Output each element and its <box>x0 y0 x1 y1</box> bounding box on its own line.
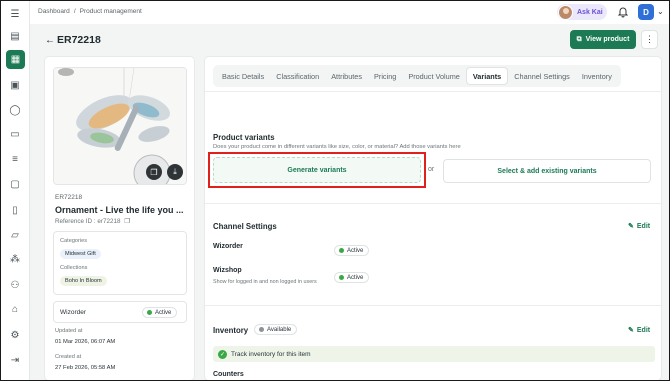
collections-label: Collections <box>60 265 88 271</box>
sidebar-item-team[interactable]: ⚇ <box>8 278 22 292</box>
sidebar-item-products[interactable]: ▦ <box>6 50 25 69</box>
edit-label: Edit <box>636 326 651 334</box>
tab-variants[interactable]: Variants <box>465 67 509 85</box>
breadcrumb: Dashboard / Product management <box>38 8 142 15</box>
tab-basic-details[interactable]: Basic Details <box>216 67 270 85</box>
status-text: Active <box>347 247 364 254</box>
channel-row-note: Show for logged in and non logged in use… <box>213 279 317 285</box>
sidebar-item-folders[interactable]: ▱ <box>8 228 22 242</box>
select-existing-variants-button[interactable]: Select & add existing variants <box>443 159 651 183</box>
channel-row-name: Wizorder <box>213 243 243 250</box>
bell-icon[interactable] <box>617 6 629 18</box>
status-dot <box>259 327 264 332</box>
divider <box>205 203 663 204</box>
ask-kai-button[interactable]: Ask Kai <box>557 4 607 20</box>
breadcrumb-separator: / <box>73 8 76 15</box>
breadcrumb-current: Product management <box>79 8 142 15</box>
inventory-title: Inventory <box>213 326 249 335</box>
variants-title: Product variants <box>213 133 275 142</box>
sidebar-item-orders[interactable]: ▣ <box>8 78 22 92</box>
tab-attributes[interactable]: Attributes <box>325 67 368 85</box>
product-detail-panel: Basic Details Classification Attributes … <box>204 56 663 381</box>
channel-status-row: Wizorder Active <box>53 301 187 323</box>
tab-classification[interactable]: Classification <box>270 67 325 85</box>
reference-id: Reference ID : er72218 ❐ <box>55 218 130 225</box>
status-dot <box>339 275 344 280</box>
collection-chip: Boho In Bloom <box>60 276 107 286</box>
status-dot <box>339 248 344 253</box>
track-inventory-bar[interactable]: ✓ Track inventory for this item <box>213 346 655 362</box>
chevron-down-icon[interactable]: ⌄ <box>657 7 664 16</box>
channel-settings-edit-button[interactable]: ✎ Edit <box>628 222 651 231</box>
menu-icon[interactable]: ☰ <box>8 7 22 21</box>
tab-channel-settings[interactable]: Channel Settings <box>508 67 576 85</box>
avatar <box>558 4 573 20</box>
categories-box: Categories Midwest Gift Collections Boho… <box>53 231 187 295</box>
sidebar-item-users[interactable]: ◯ <box>8 103 22 117</box>
copy-icon[interactable]: ❐ <box>124 218 130 225</box>
breadcrumb-root[interactable]: Dashboard <box>38 8 70 15</box>
product-summary-card: ❐ ⤓ ER72218 Ornament - Live the life you… <box>44 56 195 381</box>
track-inventory-label: Track inventory for this item <box>231 350 311 358</box>
or-label: or <box>428 166 435 173</box>
divider <box>205 91 663 92</box>
tab-pricing[interactable]: Pricing <box>368 67 402 85</box>
back-arrow-icon[interactable]: ← <box>45 35 55 46</box>
status-badge: Active <box>334 245 370 256</box>
copy-icon[interactable]: ❐ <box>146 164 162 180</box>
product-sku: ER72218 <box>55 194 83 201</box>
status-dot <box>147 310 152 315</box>
variants-subtitle: Does your product come in different vari… <box>213 144 461 150</box>
left-nav-rail: ☰ ▤ ▦ ▣ ◯ ▭ ≡ ▢ ▯ ▱ ⁂ ⚇ ⌂ ⚙ ⇥ <box>0 0 30 381</box>
channel-settings-title: Channel Settings <box>213 222 277 231</box>
created-value: 27 Feb 2026, 05:58 AM <box>55 365 116 371</box>
top-bar: Dashboard / Product management Ask Kai D… <box>30 0 670 24</box>
highlight-box <box>208 152 426 188</box>
tab-inventory[interactable]: Inventory <box>576 67 618 85</box>
view-product-button[interactable]: ⧉ View product <box>570 30 636 49</box>
sidebar-item-tasks[interactable]: ▢ <box>8 177 22 191</box>
ask-kai-label: Ask Kai <box>577 8 603 16</box>
page-title: ER72218 <box>57 34 101 46</box>
status-badge: Active <box>142 307 178 318</box>
more-vertical-icon[interactable]: ⋮ <box>641 30 658 49</box>
tab-bar: Basic Details Classification Attributes … <box>213 65 621 87</box>
gear-icon[interactable]: ⚙ <box>8 328 22 342</box>
status-text: Active <box>155 309 172 316</box>
user-avatar-button[interactable]: D <box>638 4 654 20</box>
inventory-edit-button[interactable]: ✎ Edit <box>628 326 651 335</box>
status-text: Active <box>347 274 364 281</box>
product-name: Ornament - Live the life you ... <box>55 205 184 215</box>
updated-value: 01 Mar 2026, 06:07 AM <box>55 339 116 345</box>
tab-product-volume[interactable]: Product Volume <box>402 67 466 85</box>
download-icon[interactable]: ⤓ <box>167 164 183 180</box>
logout-icon[interactable]: ⇥ <box>8 353 22 367</box>
reference-id-text: Reference ID : er72218 <box>55 218 121 225</box>
edit-icon: ✎ <box>628 327 634 334</box>
counters-label: Counters <box>213 371 244 378</box>
view-product-label: View product <box>585 36 630 43</box>
categories-label: Categories <box>60 238 88 244</box>
divider <box>205 305 663 306</box>
sidebar-item-network[interactable]: ⁂ <box>8 252 22 266</box>
edit-icon: ✎ <box>628 223 634 230</box>
edit-label: Edit <box>636 222 651 230</box>
category-chip: Midwest Gift <box>60 249 101 259</box>
external-link-icon: ⧉ <box>576 35 582 43</box>
sidebar-item-store[interactable]: ⌂ <box>8 302 22 316</box>
check-icon: ✓ <box>218 349 227 359</box>
product-image[interactable]: ❐ ⤓ <box>53 67 187 185</box>
sidebar-item-layout[interactable]: ▤ <box>8 29 22 43</box>
status-badge: Active <box>334 272 370 283</box>
updated-label: Updated at <box>55 328 83 334</box>
created-label: Created at <box>55 354 82 360</box>
sidebar-item-documents[interactable]: ▯ <box>8 203 22 217</box>
sidebar-item-filters[interactable]: ≡ <box>8 152 22 166</box>
inventory-status-badge: Available <box>254 324 298 335</box>
channel-name: Wizorder <box>60 309 87 316</box>
status-text: Available <box>267 326 292 333</box>
channel-row-name: Wizshop <box>213 267 242 274</box>
sidebar-item-messages[interactable]: ▭ <box>8 127 22 141</box>
